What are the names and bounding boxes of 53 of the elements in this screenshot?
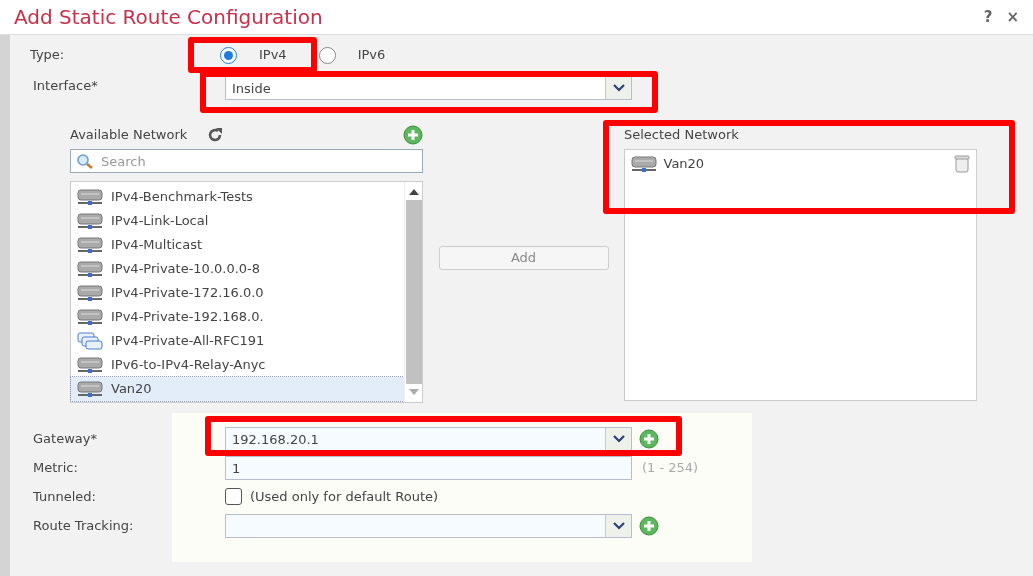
search-field[interactable]: Search — [70, 149, 423, 173]
radio-option[interactable]: IPv4 — [220, 45, 287, 65]
scroll-down-icon — [408, 388, 419, 396]
server-icon — [77, 212, 103, 230]
checkbox-label: (Used only for default Route) — [250, 487, 439, 506]
server-icon — [77, 284, 103, 302]
close-button[interactable]: × — [1006, 5, 1019, 29]
search-icon — [76, 153, 94, 169]
add-icon[interactable] — [638, 515, 659, 536]
select-field[interactable]: Inside — [225, 76, 632, 100]
trash-icon — [954, 154, 970, 173]
server-icon — [77, 188, 103, 206]
section-title: Selected Network — [624, 126, 739, 145]
section-title: Available Network — [70, 126, 188, 145]
field-label: Interface* — [33, 77, 99, 95]
server-icon — [77, 356, 103, 374]
field-label: Gateway* — [33, 429, 98, 448]
list-item[interactable]: IPv4-Benchmark-Tests — [71, 185, 404, 209]
server-icon — [631, 154, 657, 173]
selected-item: Van20 — [663, 155, 706, 173]
caret-icon — [612, 521, 625, 530]
list-item[interactable]: Van20 — [71, 377, 404, 401]
list-item[interactable]: IPv6-to-IPv4-Relay-Anyc — [71, 353, 404, 377]
list-item[interactable]: IPv4-Private-192.168.0. — [71, 305, 404, 329]
server-icon — [77, 380, 103, 398]
dialog-title: Add Static Route Configuration — [14, 4, 324, 31]
add-icon[interactable] — [403, 125, 423, 145]
scroll-up-icon — [408, 188, 419, 196]
server-icon — [77, 260, 103, 278]
list-item[interactable]: IPv4-Private-All-RFC191 — [71, 329, 404, 353]
list-item[interactable]: IPv4-Link-Local — [71, 209, 404, 233]
field-label: Metric: — [33, 458, 79, 477]
select-field[interactable]: 192.168.20.1 — [225, 426, 632, 451]
server-icon — [77, 236, 103, 254]
list-item[interactable]: IPv4-Private-172.16.0.0 — [71, 281, 404, 305]
field-label: Type: — [30, 46, 66, 65]
list-item[interactable]: IPv4-Private-10.0.0.0-8 — [71, 257, 404, 281]
server-icon — [77, 308, 103, 326]
help-button[interactable]: ? — [983, 5, 993, 29]
scrollbar[interactable] — [404, 182, 422, 402]
caret-icon — [612, 84, 625, 92]
checkbox[interactable] — [225, 488, 242, 505]
input-field[interactable]: 1 — [225, 455, 632, 480]
add-icon[interactable] — [638, 428, 659, 449]
select-field[interactable] — [225, 513, 632, 538]
list-item[interactable]: IPv4-Multicast — [71, 233, 404, 257]
caret-icon — [612, 434, 625, 443]
field-label: Route Tracking: — [33, 516, 135, 535]
field-label: Tunneled: — [33, 487, 97, 506]
hint-text: (1 - 254) — [642, 458, 699, 477]
refresh-icon[interactable] — [207, 127, 224, 143]
radio-option[interactable]: IPv6 — [318, 45, 386, 65]
stacked-windows-icon — [77, 332, 103, 350]
